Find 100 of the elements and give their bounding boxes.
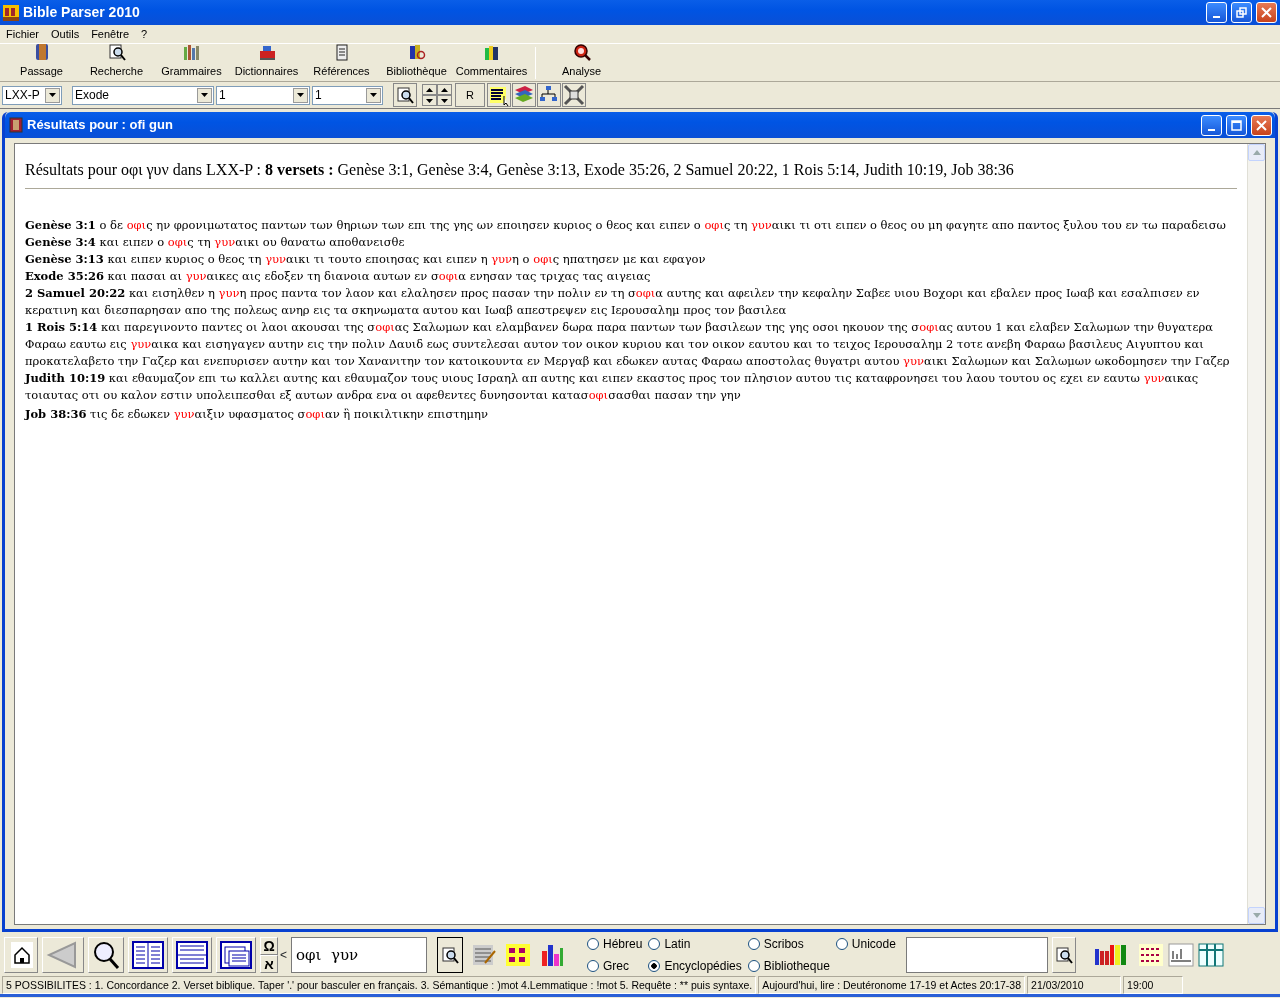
radio-circle[interactable] [747, 938, 760, 950]
tools-icon [563, 84, 585, 106]
up-arrow-icon [1252, 150, 1261, 155]
search-input[interactable]: οφι γυν [291, 937, 427, 973]
verse-text: Genèse 3:1 ο δε οφις ην φρονιμωτατος παντων των θηριων των επι της γης ων εποιησεν κυριος ο θεος και ειπεν ο οφις τη γυναικι τι οτι ειπεν ο θεος ου μη φαγητε απο παντος ξυλου του εν τω παραδεισω [25, 217, 1227, 234]
dropdown-field[interactable]: 1 [216, 85, 310, 105]
toolbar-button[interactable]: Dictionnaires [229, 42, 304, 79]
window-title: Résultats pour : ofi gun [27, 116, 174, 135]
radio-option[interactable]: Latin [648, 935, 742, 953]
spin-button[interactable] [422, 84, 437, 95]
restore-icon [1236, 7, 1247, 18]
text-cursor-icon [488, 84, 510, 106]
dropdown-field[interactable]: LXX-P [2, 85, 62, 105]
stacked-pages-icon [219, 940, 253, 970]
verse-text: Genèse 3:13 και ειπεν κυριος ο θεος τη γυναικι τι τουτο εποιησας και ειπεν η γυνη ο οφις ηπατησεν με και εφαγον [25, 251, 707, 268]
restore-button[interactable] [1231, 2, 1252, 23]
dropdown-arrow-icon [296, 91, 305, 99]
arrow-key[interactable]: < [280, 946, 287, 964]
search-icon [441, 946, 459, 964]
menu-item[interactable]: ? [141, 25, 148, 43]
radio-option[interactable]: Scribos [747, 935, 830, 953]
rows-layout-icon [175, 940, 209, 970]
toolbar-button[interactable]: Références [304, 42, 379, 79]
chart-table-icon [1167, 941, 1194, 969]
down-arrow-icon [441, 98, 448, 103]
status-text: 21/03/2010 [1027, 976, 1122, 994]
up-arrow-icon [426, 87, 433, 92]
status-text: 5 POSSIBILITES : 1. Concordance 2. Verset biblique. Taper '.' pour basculer en français. 3. Sémantique : )mot 4.Lemmatique : !mot 5. Requête : ** puis syntaxe. [2, 976, 757, 994]
close-icon [1256, 119, 1267, 131]
grid-icon [505, 941, 531, 969]
radio-option[interactable]: Unicode [835, 935, 896, 953]
toolbar-button[interactable]: Recherche [79, 42, 154, 79]
symbol-key[interactable]: א [260, 955, 278, 973]
down-arrow-icon [426, 98, 433, 103]
close-button[interactable] [1256, 2, 1277, 23]
menu-item[interactable]: Fichier [6, 25, 39, 43]
radio-circle[interactable] [747, 960, 760, 972]
home-button[interactable] [4, 937, 38, 973]
magnifier-icon [91, 940, 121, 970]
toolbar-icon-button[interactable] [1137, 941, 1164, 969]
close-icon [1261, 7, 1272, 18]
library-icon [407, 42, 426, 61]
scrollbar[interactable] [1247, 144, 1265, 924]
minimize-icon [1213, 16, 1220, 18]
books-icon [182, 42, 201, 61]
analysis-icon [572, 42, 591, 61]
minimize-icon [1208, 128, 1215, 131]
spin-button[interactable] [422, 95, 437, 106]
radio-option[interactable]: Bibliotheque [747, 957, 830, 975]
search-icon [396, 86, 414, 104]
toolbar-icon-button[interactable] [487, 83, 511, 107]
toolbar-button[interactable]: Grammaires [154, 42, 229, 79]
toolbar-button[interactable]: Bibliothèque [379, 42, 454, 79]
radio-option[interactable]: Hébreu [587, 935, 643, 953]
minimize-button[interactable] [1206, 2, 1227, 23]
dropdown-arrow-icon [48, 91, 57, 99]
spin-button[interactable] [437, 84, 452, 95]
toolbar-icon-button[interactable] [505, 941, 531, 969]
search-button[interactable] [393, 83, 417, 107]
verse-text: Job 38:36 τις δε εδωκεν γυναιξιν υφασματος σοφιαν ἢ ποικιλτικην επιστημην [25, 406, 489, 423]
verse-text: Genèse 3:4 και ειπεν ο οφις τη γυναικι ου θανατω αποθανεισθε [25, 234, 406, 251]
text-input[interactable] [905, 937, 1048, 973]
dropdown-arrow-icon [369, 91, 378, 99]
layout-button[interactable] [172, 937, 212, 973]
toolbar-icon-button[interactable] [562, 83, 586, 107]
radio-circle[interactable] [648, 960, 661, 972]
status-text: 19:00 [1123, 976, 1184, 994]
radio-option[interactable]: Grec [587, 957, 643, 975]
dropdown-field[interactable]: 1 [312, 85, 383, 105]
status-text: Aujourd'hui, lire : Deutéronome 17-19 et Actes 20:17-38 [758, 976, 1026, 994]
dropdown-arrow-icon [200, 91, 209, 99]
symbols-grid-icon [1137, 941, 1164, 969]
maximize-button[interactable] [1226, 114, 1247, 136]
radio-circle[interactable] [835, 938, 848, 950]
radio-circle[interactable] [648, 938, 661, 950]
columns-icon [1197, 941, 1224, 969]
radio-circle[interactable] [587, 960, 599, 972]
minimize-button[interactable] [1201, 114, 1222, 136]
document-icon [9, 117, 23, 133]
close-button[interactable] [1251, 114, 1272, 136]
menu-item[interactable]: Outils [51, 25, 80, 43]
verse-text: Exode 35:26 και πασαι αι γυναικες αις εδοξεν τη διανοια αυτων εν σοφια ενησαν τας τριχας τας αιγειας [25, 268, 652, 285]
maximize-icon [1231, 119, 1242, 131]
dropdown-field[interactable]: Exode [72, 85, 214, 105]
toolbar-button[interactable]: Passage [4, 42, 79, 79]
radio-circle[interactable] [587, 938, 599, 950]
zoom-button[interactable] [88, 937, 124, 973]
menu-item[interactable]: Fenêtre [91, 25, 130, 43]
r-button[interactable]: R [455, 83, 485, 107]
radio-option[interactable]: Encyclopédies [648, 957, 742, 975]
layout-button[interactable] [128, 937, 168, 973]
toolbar-button[interactable]: Commentaires [454, 42, 529, 79]
down-arrow-icon [1252, 913, 1261, 918]
two-column-layout-icon [131, 940, 165, 970]
search-button[interactable] [437, 937, 463, 973]
layout-button[interactable] [216, 937, 256, 973]
spin-button[interactable] [437, 95, 452, 106]
toolbar-button[interactable]: Analyse [544, 42, 619, 79]
search-icon [1054, 946, 1073, 964]
symbol-key[interactable]: Ω [260, 937, 278, 955]
